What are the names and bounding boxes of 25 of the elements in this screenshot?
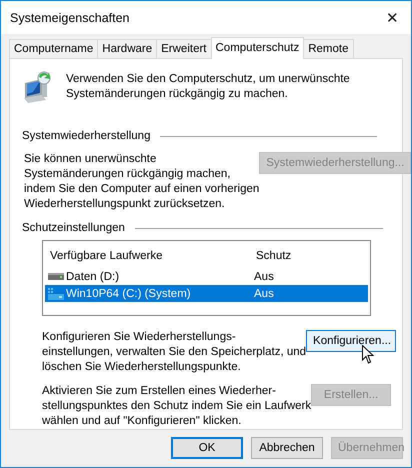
drive-icon bbox=[48, 273, 64, 280]
configure-text: Konfigurieren Sie Wiederherstellungs- einstellungen, verwalten Sie den Speicherplatz, und löschen Sie Wiederherstellungspunkte. bbox=[42, 330, 306, 375]
tab[interactable]: Remote bbox=[303, 39, 354, 58]
drive-name: Daten (D:) bbox=[66, 270, 120, 282]
button[interactable]: Konfigurieren... bbox=[306, 330, 396, 352]
close-button[interactable]: ✕ bbox=[382, 8, 403, 26]
window-title: Systemeigenschaften bbox=[10, 10, 130, 24]
intro-text: Verwenden Sie den Computerschutz, um unerwünschte Systemänderungen rückgängig zu machen. bbox=[66, 72, 350, 102]
drive-row[interactable]: Win10P64 (C:) (System) Aus bbox=[45, 285, 368, 302]
tab[interactable]: Computerschutz bbox=[210, 37, 304, 59]
column-header[interactable]: Verfügbare Laufwerke bbox=[45, 250, 251, 262]
button[interactable]: Abbrechen bbox=[251, 437, 323, 459]
section-heading: Systemwiederherstellung bbox=[22, 130, 150, 142]
create-text: Aktivieren Sie zum Erstellen eines Wiederher- stellungspunktes den Schutz indem Sie ein Laufwerk wählen und auf "Konfigurieren" klicken. bbox=[42, 384, 312, 429]
tab[interactable]: Computername bbox=[9, 39, 98, 58]
cursor-icon bbox=[362, 345, 374, 364]
section-heading: Schutzeinstellungen bbox=[22, 222, 125, 234]
restore-text: Sie können unerwünschte Systemänderungen rückgängig machen, indem Sie den Computer auf einen vorherigen Wiederherstellungspunkt zurücksetzen. bbox=[24, 152, 260, 212]
drive-row[interactable]: Daten (D:) Aus bbox=[45, 268, 368, 285]
column-header[interactable]: Schutz bbox=[251, 250, 368, 262]
protection-status: Aus bbox=[253, 288, 275, 300]
drive-name: Win10P64 (C:) (System) bbox=[66, 288, 191, 300]
system-drive-icon bbox=[48, 288, 64, 300]
protection-status: Aus bbox=[253, 270, 275, 282]
button[interactable]: OK bbox=[171, 437, 243, 459]
